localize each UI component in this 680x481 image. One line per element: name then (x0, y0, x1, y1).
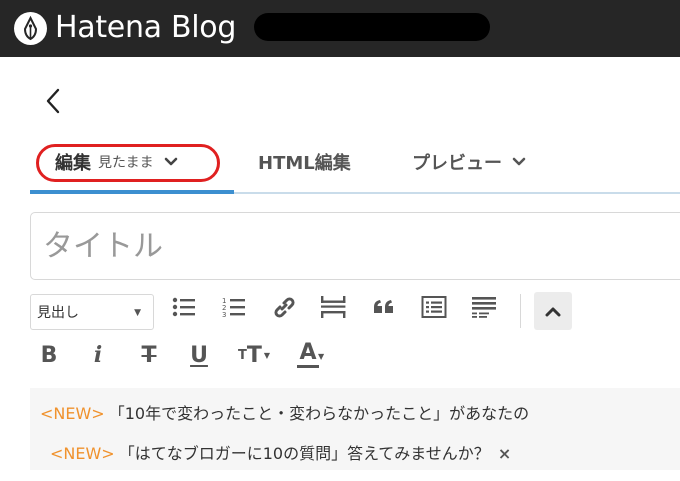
bold-button[interactable]: B (36, 340, 62, 370)
chevron-down-icon (512, 157, 526, 166)
notice-item[interactable]: <NEW> 「10年で変わったこと・変わらなかったこと」があなたの (40, 400, 529, 424)
blockquote-button[interactable] (369, 292, 399, 322)
font-size-small-glyph: T (237, 347, 247, 363)
link-icon (274, 297, 295, 318)
italic-button[interactable]: i (88, 340, 108, 370)
bullet-list-button[interactable] (169, 292, 199, 322)
notice-item[interactable]: <NEW> 「はてなブロガーに10の質問」答えてみませんか？ × (50, 440, 511, 464)
tab-edit-label: 編集 (55, 153, 91, 174)
underline-button[interactable]: U (186, 340, 212, 370)
table-of-contents-button[interactable] (419, 292, 449, 322)
new-badge: <NEW> (50, 444, 115, 463)
caret-down-icon: ▼ (318, 352, 325, 361)
heading-select-value: 見出し (37, 305, 79, 321)
bullet-list-icon (172, 297, 195, 317)
font-size-big-glyph: T (246, 342, 262, 368)
read-more-icon (321, 296, 346, 318)
font-color-glyph: A (299, 340, 317, 365)
chevron-down-icon (164, 157, 177, 166)
table-of-contents-icon (421, 296, 447, 318)
more-separator-button[interactable] (318, 292, 348, 322)
tab-html-edit[interactable]: HTML編集 (258, 148, 351, 176)
brand-name[interactable]: Hatena Blog (55, 9, 236, 47)
title-input[interactable] (30, 212, 680, 280)
back-button[interactable] (40, 86, 68, 116)
tab-preview[interactable]: プレビュー (412, 148, 526, 176)
svg-text:3: 3 (222, 311, 226, 319)
font-color-bar (297, 365, 319, 368)
new-badge: <NEW> (40, 404, 105, 423)
footnote-icon (472, 297, 496, 318)
tab-preview-label: プレビュー (412, 153, 502, 174)
heading-select[interactable]: 見出し ▼ (30, 294, 154, 330)
top-bar: Hatena Blog (0, 0, 680, 57)
font-size-button[interactable]: T T ▼ (234, 340, 274, 370)
link-button[interactable] (269, 292, 299, 322)
strikethrough-button[interactable]: T (136, 340, 162, 370)
tab-edit-wysiwyg[interactable]: 編集 見たまま (55, 148, 178, 176)
tab-edit-mode-label: 見たまま (98, 155, 154, 171)
footnote-button[interactable] (469, 292, 499, 322)
chevron-up-icon (545, 307, 561, 317)
quote-icon (374, 300, 393, 313)
active-tab-indicator (30, 190, 234, 194)
tab-html-label: HTML編集 (258, 153, 351, 174)
numbered-list-icon: 1 2 3 (222, 297, 245, 319)
notice-link[interactable]: 「はてなブロガーに10の質問」答えてみませんか？ (119, 444, 490, 463)
hatena-logo-icon[interactable] (14, 12, 47, 45)
notice-link[interactable]: 「10年で変わったこと・変わらなかったこと」があなたの (109, 404, 529, 423)
numbered-list-button[interactable]: 1 2 3 (219, 292, 249, 322)
collapse-toolbar-button[interactable] (534, 292, 572, 330)
caret-down-icon: ▼ (134, 308, 141, 318)
toolbar-separator (520, 294, 521, 328)
redacted-username (254, 13, 490, 41)
chevron-left-icon (46, 88, 60, 114)
caret-down-icon: ▼ (263, 350, 271, 360)
close-notice-button[interactable]: × (498, 444, 511, 463)
